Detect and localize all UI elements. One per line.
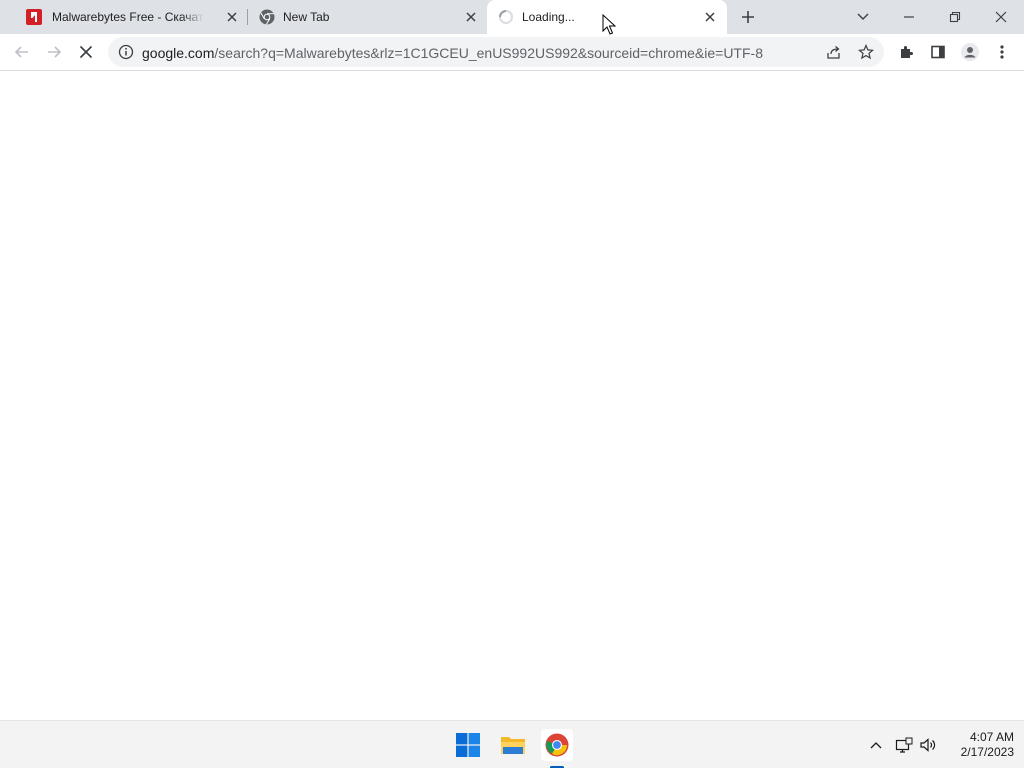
- close-icon: [995, 11, 1007, 23]
- browser-toolbar: google.com/search?q=Malwarebytes&rlz=1C1…: [0, 34, 1024, 71]
- show-hidden-icons-button[interactable]: [866, 735, 886, 755]
- chrome-icon: [545, 733, 569, 757]
- chevron-up-icon: [870, 742, 882, 749]
- minimize-icon: [904, 16, 914, 18]
- restore-button[interactable]: [942, 4, 968, 30]
- tab-close-icon[interactable]: [463, 9, 479, 25]
- bookmark-star-icon[interactable]: [856, 42, 876, 62]
- browser-window: Malwarebytes Free - Скачать бесплатно Ne…: [0, 0, 1024, 768]
- close-window-button[interactable]: [988, 4, 1014, 30]
- chrome-taskbar-button[interactable]: [541, 729, 573, 761]
- back-button[interactable]: [9, 39, 35, 65]
- malwarebytes-favicon-icon: [26, 9, 42, 25]
- tab-title: New Tab: [283, 10, 330, 24]
- side-panel-button[interactable]: [925, 39, 951, 65]
- mouse-cursor-icon: [602, 14, 616, 35]
- plus-icon: [742, 11, 754, 23]
- url-text[interactable]: google.com/search?q=Malwarebytes&rlz=1C1…: [142, 45, 763, 61]
- tab-strip: Malwarebytes Free - Скачать бесплатно Ne…: [0, 0, 1024, 34]
- share-icon[interactable]: [824, 42, 844, 62]
- back-arrow-icon: [14, 46, 28, 58]
- url-path: /search?q=Malwarebytes&rlz=1C1GCEU_enUS9…: [214, 45, 763, 61]
- page-content-area: [0, 72, 1024, 720]
- tab-close-icon[interactable]: [702, 9, 718, 25]
- stop-loading-button[interactable]: [73, 39, 99, 65]
- kebab-menu-icon: [1000, 45, 1004, 59]
- forward-arrow-icon: [48, 46, 62, 58]
- avatar-icon: [961, 43, 979, 61]
- extensions-button[interactable]: [893, 39, 919, 65]
- minimize-button[interactable]: [896, 4, 922, 30]
- site-info-icon[interactable]: [118, 44, 134, 60]
- tab-title: Loading...: [522, 10, 575, 24]
- speaker-icon: [920, 738, 936, 752]
- folder-icon: [501, 737, 525, 754]
- start-button[interactable]: [452, 729, 484, 761]
- tab-new-tab[interactable]: New Tab: [248, 0, 486, 34]
- stop-x-icon: [79, 45, 93, 59]
- puzzle-icon: [901, 46, 913, 58]
- tab-search-button[interactable]: [850, 4, 876, 30]
- taskbar: 4:07 AM 2/17/2023: [0, 720, 1024, 768]
- loading-spinner-icon: [498, 9, 514, 25]
- tab-title: Malwarebytes Free - Скачать бесплатно: [52, 10, 204, 24]
- clock-date: 2/17/2023: [960, 745, 1014, 759]
- clock-time: 4:07 AM: [969, 730, 1014, 744]
- tab-close-icon[interactable]: [224, 9, 240, 25]
- side-panel-icon: [931, 45, 945, 59]
- network-status-button[interactable]: [894, 735, 914, 755]
- volume-button[interactable]: [918, 735, 938, 755]
- menu-button[interactable]: [989, 39, 1015, 65]
- tab-malwarebytes[interactable]: Malwarebytes Free - Скачать бесплатно: [8, 0, 246, 34]
- chevron-down-icon: [857, 13, 869, 20]
- forward-button[interactable]: [41, 39, 67, 65]
- windows-logo-icon: [456, 733, 480, 757]
- system-clock[interactable]: 4:07 AM 2/17/2023: [940, 730, 1014, 760]
- network-icon: [895, 737, 913, 753]
- address-bar[interactable]: google.com/search?q=Malwarebytes&rlz=1C1…: [108, 37, 884, 67]
- restore-icon: [949, 11, 961, 23]
- chrome-favicon-icon: [259, 9, 275, 25]
- profile-button[interactable]: [957, 39, 983, 65]
- new-tab-button[interactable]: [735, 4, 761, 30]
- url-host: google.com: [142, 45, 215, 61]
- file-explorer-button[interactable]: [497, 729, 529, 761]
